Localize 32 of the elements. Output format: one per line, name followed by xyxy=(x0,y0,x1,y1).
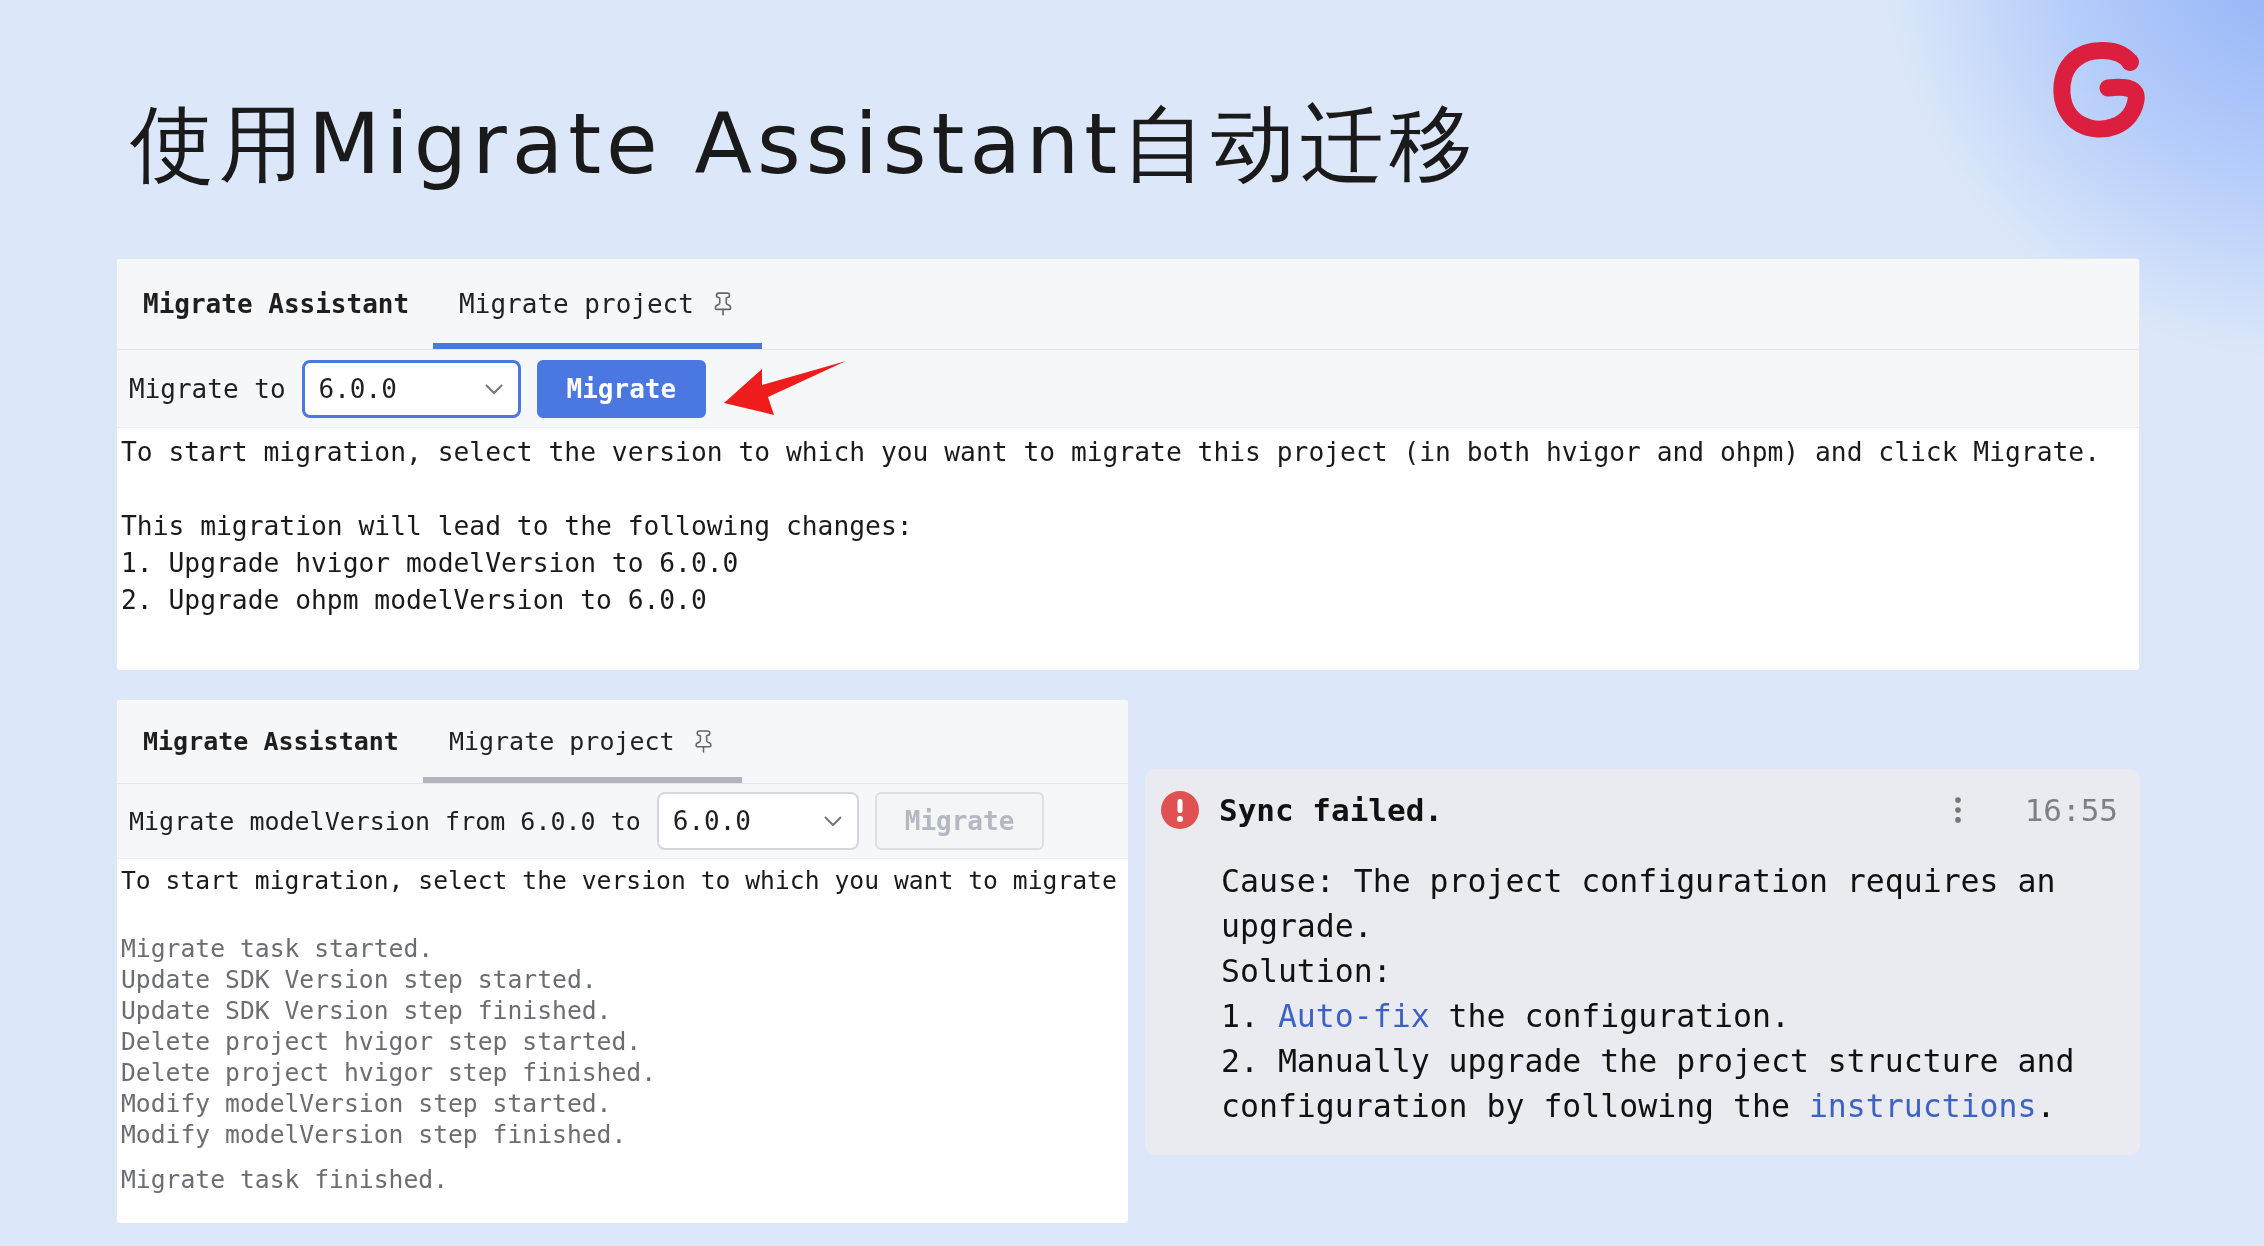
error-icon xyxy=(1161,791,1199,829)
log-line: Delete project hvigor step finished. xyxy=(121,1057,658,1088)
notification-text: Cause: The project configuration requires an upgrade. xyxy=(1221,862,2057,946)
notification-text: 2. Manually upgrade the project structure and configuration by following the instructions. xyxy=(1221,1042,2076,1126)
notification-title: Sync failed. xyxy=(1219,792,1444,828)
log-line: Migrate task started. xyxy=(121,933,435,964)
field-label: Migrate modelVersion from 6.0.0 to xyxy=(129,806,641,836)
version-dropdown[interactable]: 6.0.0 xyxy=(656,792,859,850)
message-line: 1. Upgrade hvigor modelVersion to 6.0.0 xyxy=(121,547,740,580)
chevron-icon xyxy=(483,382,504,395)
tool-window-title: Migrate Assistant xyxy=(142,727,400,756)
link[interactable]: instructions xyxy=(1808,1088,2037,1124)
log-line: Delete project hvigor step started. xyxy=(121,1026,643,1057)
slide-title: 使用Migrate Assistant自动迁移 xyxy=(130,98,1479,191)
link[interactable]: Auto-fix xyxy=(1277,998,1430,1034)
version-dropdown[interactable]: 6.0.0 xyxy=(301,359,521,418)
message-line: To start migration, select the version to which you want to migrate xyxy=(121,865,1118,896)
message-line: This migration will lead to the following changes: xyxy=(121,510,914,543)
message-line: To start migration, select the version to which you want to migrate this project (in both hvigor and ohpm) and click Migrate. xyxy=(121,436,2101,469)
notification-time: 16:55 xyxy=(2024,792,2118,828)
notification-text: Solution: xyxy=(1221,952,1393,991)
log-line: Modify modelVersion step finished. xyxy=(121,1119,628,1150)
migrate-button[interactable]: Migrate xyxy=(536,359,707,418)
chevron-icon xyxy=(822,815,843,827)
message-line: 2. Upgrade ohpm modelVersion to 6.0.0 xyxy=(121,584,708,617)
log-line: Modify modelVersion step started. xyxy=(121,1088,613,1119)
notification-text: 1. Auto-fix the configuration. xyxy=(1221,997,1791,1036)
log-line: Migrate task finished. xyxy=(121,1164,449,1195)
field-label: Migrate to xyxy=(129,373,286,404)
tool-window-title: Migrate Assistant xyxy=(142,289,411,319)
log-line: Update SDK Version step finished. xyxy=(121,995,613,1026)
log-line: Update SDK Version step started. xyxy=(121,964,598,995)
